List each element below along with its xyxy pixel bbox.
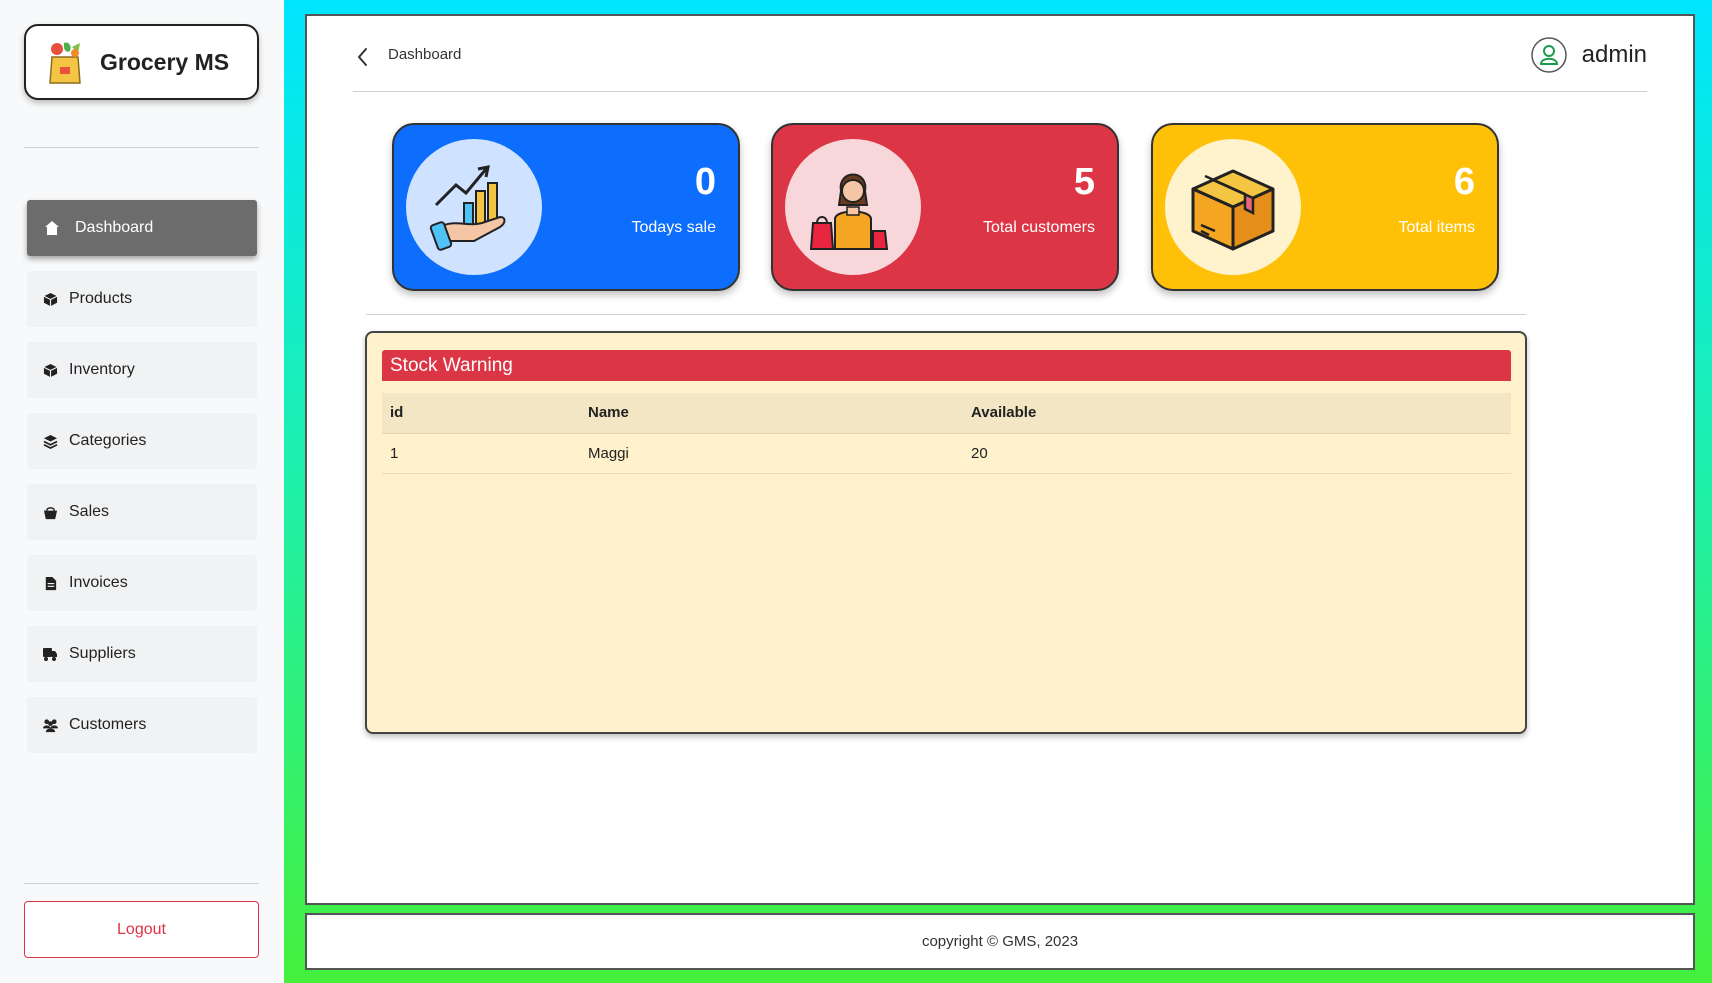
footer: copyright © GMS, 2023 xyxy=(305,913,1695,970)
sidebar-item-label: Products xyxy=(69,290,133,307)
sidebar-item-categories[interactable]: Categories xyxy=(27,413,257,469)
stat-card-total-items[interactable]: 6 Total items xyxy=(1151,123,1499,291)
brand-name: Grocery MS xyxy=(100,48,230,75)
layers-icon xyxy=(41,432,59,450)
stat-label: Total items xyxy=(1398,219,1475,236)
cube-icon xyxy=(41,290,59,308)
sidebar-item-suppliers[interactable]: Suppliers xyxy=(27,626,257,682)
stat-value: 5 xyxy=(1073,161,1095,203)
sidebar-item-sales[interactable]: Sales xyxy=(27,484,257,540)
users-icon xyxy=(41,716,59,734)
grocery-bag-icon xyxy=(49,42,81,84)
stat-card-total-customers[interactable]: 5 Total customers xyxy=(771,123,1119,291)
stock-warning-table: id Name Available 1 Maggi 20 xyxy=(382,393,1511,474)
sales-growth-icon xyxy=(429,165,506,251)
page-header: Dashboard admin xyxy=(353,30,1647,92)
sidebar-item-invoices[interactable]: Invoices xyxy=(27,555,257,611)
sidebar-item-label: Sales xyxy=(69,503,110,520)
sidebar-item-products[interactable]: Products xyxy=(27,271,257,327)
sidebar-item-label: Categories xyxy=(69,432,147,449)
table-header-row: id Name Available xyxy=(382,393,1511,434)
file-icon xyxy=(41,574,59,592)
cube-icon xyxy=(41,361,59,379)
column-header-name[interactable]: Name xyxy=(580,393,963,434)
stat-value: 0 xyxy=(694,161,716,203)
column-header-id[interactable]: id xyxy=(382,393,580,434)
stat-icon-circle xyxy=(785,139,921,275)
brand-logo[interactable]: Grocery MS xyxy=(24,24,259,100)
cell-name: Maggi xyxy=(580,433,963,474)
sidebar-item-label: Suppliers xyxy=(69,645,136,662)
truck-icon xyxy=(41,645,59,663)
logout-button[interactable]: Logout xyxy=(24,901,259,958)
cell-available: 20 xyxy=(963,433,1511,474)
stat-icon-circle xyxy=(406,139,542,275)
sidebar-item-inventory[interactable]: Inventory xyxy=(27,342,257,398)
stat-label: Todays sale xyxy=(631,219,717,236)
user-avatar-icon xyxy=(1530,37,1567,73)
column-header-available[interactable]: Available xyxy=(963,393,1511,434)
sidebar-item-dashboard[interactable]: Dashboard xyxy=(27,200,257,256)
user-menu[interactable]: admin xyxy=(1530,36,1647,74)
sidebar-item-customers[interactable]: Customers xyxy=(27,697,257,753)
sidebar-item-label: Inventory xyxy=(69,361,135,378)
content-divider xyxy=(366,314,1526,315)
breadcrumb: Dashboard xyxy=(388,46,462,63)
user-name: admin xyxy=(1581,41,1647,68)
sidebar: Grocery MS Dashboard Products Inventory xyxy=(0,0,284,983)
table-row[interactable]: 1 Maggi 20 xyxy=(382,433,1511,474)
sidebar-divider-bottom xyxy=(24,883,259,884)
box-icon xyxy=(1191,169,1275,251)
stock-warning-panel: Stock Warning id Name Available 1 Maggi … xyxy=(365,331,1527,734)
sidebar-nav: Dashboard Products Inventory Categories … xyxy=(27,200,257,768)
sidebar-item-label: Dashboard xyxy=(75,219,154,236)
cell-id: 1 xyxy=(382,433,580,474)
sidebar-item-label: Invoices xyxy=(69,574,128,591)
chevron-left-icon[interactable] xyxy=(353,44,373,70)
stat-card-todays-sale[interactable]: 0 Todays sale xyxy=(392,123,740,291)
stat-icon-circle xyxy=(1165,139,1301,275)
stat-value: 6 xyxy=(1453,161,1475,203)
sidebar-divider-top xyxy=(24,147,259,148)
home-icon xyxy=(43,219,61,237)
basket-icon xyxy=(41,503,59,521)
shopper-icon xyxy=(809,173,889,250)
copyright-text: copyright © GMS, 2023 xyxy=(921,933,1079,950)
stock-warning-title: Stock Warning xyxy=(382,350,1511,381)
sidebar-item-label: Customers xyxy=(69,716,147,733)
stat-label: Total customers xyxy=(982,219,1095,236)
